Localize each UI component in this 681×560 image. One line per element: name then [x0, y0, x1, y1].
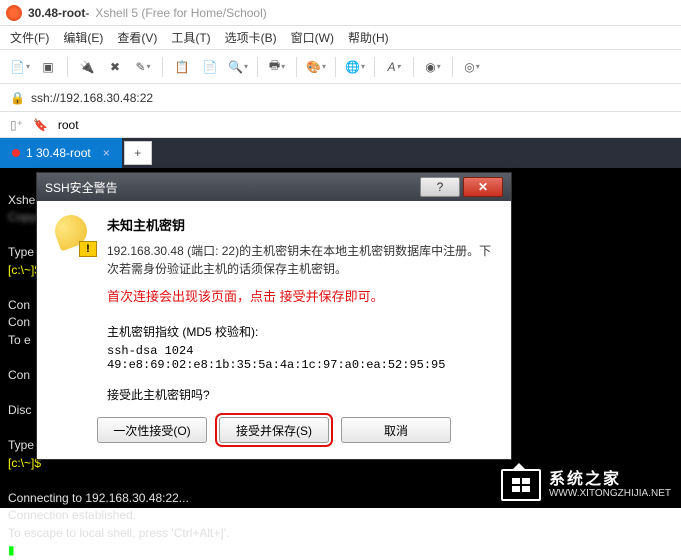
menu-tools[interactable]: 工具(T) — [171, 29, 210, 46]
menubar: 文件(F) 编辑(E) 查看(V) 工具(T) 选项卡(B) 窗口(W) 帮助(… — [0, 26, 681, 50]
ssh-warning-dialog: SSH安全警告 ? ✕ ! 未知主机密钥 192.168.30.48 (端口: … — [36, 172, 512, 460]
key-warning-icon: ! — [55, 215, 95, 255]
font-button[interactable]: A — [382, 55, 406, 79]
terminal-line: Connection established. — [8, 508, 136, 522]
new-session-button[interactable]: 📄 — [8, 55, 32, 79]
menu-tabs[interactable]: 选项卡(B) — [225, 29, 277, 46]
dialog-close-button[interactable]: ✕ — [463, 177, 503, 197]
bookmark-bar: ▯⁺ 🔖 root — [0, 112, 681, 138]
terminal-line: To escape to local shell, press 'Ctrl+Al… — [8, 526, 229, 540]
terminal-line: Connecting to 192.168.30.48:22... — [8, 491, 189, 505]
tab-strip: 1 30.48-root × + — [0, 138, 681, 168]
terminal-line: Con — [8, 315, 30, 329]
dialog-heading: 未知主机密钥 — [107, 215, 493, 234]
color-button[interactable]: 🎨 — [304, 55, 328, 79]
dialog-message: 192.168.30.48 (端口: 22)的主机密钥未在本地主机密钥数据库中注… — [107, 242, 493, 278]
properties-button[interactable]: ✎ — [131, 55, 155, 79]
add-bookmark-icon[interactable]: ▯⁺ — [10, 118, 23, 132]
accept-save-button[interactable]: 接受并保存(S) — [219, 417, 329, 443]
terminal-line: Con — [8, 368, 30, 382]
xftp-button[interactable]: ◎ — [460, 55, 484, 79]
window-title: 30.48-root — [28, 6, 85, 20]
tab-status-dot — [12, 149, 20, 157]
toolbar: 📄 ▣ 🔌 ✖ ✎ 📋 📄 🔍 🖶 🎨 🌐 A ◉ ◎ — [0, 50, 681, 84]
menu-help[interactable]: 帮助(H) — [348, 29, 389, 46]
encoding-button[interactable]: 🌐 — [343, 55, 367, 79]
bookmark-root[interactable]: root — [58, 118, 79, 132]
disconnect-button[interactable]: ✖ — [103, 55, 127, 79]
dialog-question: 接受此主机密钥吗? — [107, 386, 493, 403]
dialog-help-button[interactable]: ? — [420, 177, 460, 197]
tab-label: 1 30.48-root — [26, 146, 91, 160]
watermark-en: WWW.XITONGZHIJIA.NET — [549, 488, 671, 499]
cancel-button[interactable]: 取消 — [341, 417, 451, 443]
menu-window[interactable]: 窗口(W) — [291, 29, 334, 46]
dialog-body: ! 未知主机密钥 192.168.30.48 (端口: 22)的主机密钥未在本地… — [37, 201, 511, 459]
open-button[interactable]: ▣ — [36, 55, 60, 79]
terminal-line: Disc — [8, 403, 31, 417]
app-icon — [6, 5, 22, 21]
session-tab[interactable]: 1 30.48-root × — [0, 138, 122, 168]
accept-once-button[interactable]: 一次性接受(O) — [97, 417, 207, 443]
menu-edit[interactable]: 编辑(E) — [63, 29, 103, 46]
address-text[interactable]: ssh://192.168.30.48:22 — [31, 91, 153, 105]
dialog-annotation: 首次连接会出现该页面，点击 接受并保存即可。 — [107, 286, 493, 305]
terminal-line: To e — [8, 333, 31, 347]
print-button[interactable]: 🖶 — [265, 55, 289, 79]
xagent-button[interactable]: ◉ — [421, 55, 445, 79]
tab-close-icon[interactable]: × — [103, 146, 110, 160]
terminal-line: Type — [8, 245, 34, 259]
terminal-line: Con — [8, 298, 30, 312]
watermark-logo — [501, 469, 541, 501]
address-bar: 🔒 ssh://192.168.30.48:22 — [0, 84, 681, 112]
window-titlebar: 30.48-root - Xshell 5 (Free for Home/Sch… — [0, 0, 681, 26]
lock-icon: 🔒 — [10, 91, 25, 105]
watermark: 系统之家 WWW.XITONGZHIJIA.NET — [501, 469, 671, 501]
window-subtitle: Xshell 5 (Free for Home/School) — [95, 6, 266, 20]
paste-button[interactable]: 📄 — [198, 55, 222, 79]
fingerprint-label: 主机密钥指纹 (MD5 校验和): — [107, 323, 493, 340]
dialog-titlebar[interactable]: SSH安全警告 ? ✕ — [37, 173, 511, 201]
find-button[interactable]: 🔍 — [226, 55, 250, 79]
tab-add-button[interactable]: + — [124, 141, 152, 165]
copy-button[interactable]: 📋 — [170, 55, 194, 79]
terminal-line: Type — [8, 438, 34, 452]
dialog-title: SSH安全警告 — [45, 179, 417, 196]
reconnect-button[interactable]: 🔌 — [75, 55, 99, 79]
fingerprint-value: ssh-dsa 1024 49:e8:69:02:e8:1b:35:5a:4a:… — [107, 344, 493, 372]
menu-view[interactable]: 查看(V) — [117, 29, 157, 46]
menu-file[interactable]: 文件(F) — [10, 29, 49, 46]
terminal-cursor: ▮ — [8, 543, 15, 557]
watermark-cn: 系统之家 — [549, 471, 671, 489]
bookmark-icon[interactable]: 🔖 — [33, 118, 48, 132]
